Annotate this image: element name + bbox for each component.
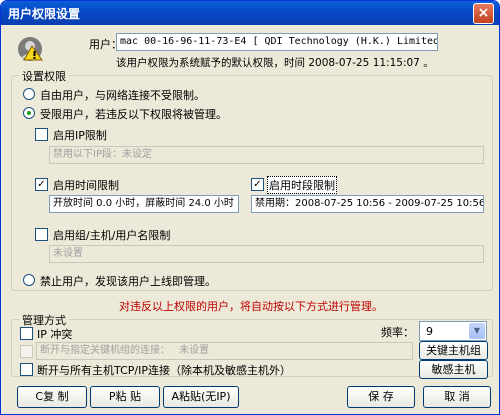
permission-description: 该用户权限为系统赋予的默认权限，时间 2008-07-25 11:15:07 。 bbox=[116, 57, 434, 69]
ban-user-radio[interactable] bbox=[23, 274, 35, 286]
time-limit-field[interactable]: 开放时间 0.0 小时，屏蔽时间 24.0 小时 bbox=[49, 195, 239, 213]
settings-legend: 设置权限 bbox=[19, 68, 69, 84]
window-title: 用户权限设置 bbox=[8, 7, 81, 21]
time-limit-label[interactable]: 启用时间限制 bbox=[53, 177, 119, 193]
restricted-user-radio[interactable] bbox=[23, 107, 35, 119]
disconnect-all-label[interactable]: 断开与所有主机TCP/IP连接（除本机及敏感主机外） bbox=[37, 362, 291, 378]
ip-conflict-checkbox[interactable] bbox=[20, 327, 33, 340]
paste-button[interactable]: P粘 贴 bbox=[90, 386, 160, 408]
group-limit-field[interactable]: 未设置 bbox=[49, 245, 484, 263]
disconnect-key-field[interactable]: 断开与指定关键机组的连接： 未设置 bbox=[36, 342, 413, 360]
period-limit-checkbox[interactable]: ✓ bbox=[251, 178, 264, 191]
restricted-user-label[interactable]: 受限用户，若违反以下权限将被管理。 bbox=[40, 106, 227, 122]
time-limit-checkbox[interactable]: ✓ bbox=[35, 178, 48, 191]
permission-dialog: 用户权限设置 × 用户： mac 00-16-96-11-73-E4 [ QDI… bbox=[0, 0, 500, 415]
disconnect-key-checkbox[interactable] bbox=[20, 345, 33, 358]
period-limit-label[interactable]: 启用时段限制 bbox=[267, 176, 337, 194]
notice-text: 对违反以上权限的用户，将自动按以下方式进行管理。 bbox=[119, 300, 383, 313]
save-button[interactable]: 保 存 bbox=[347, 386, 415, 408]
disconnect-key-value: 未设置 bbox=[179, 345, 210, 356]
chevron-down-icon[interactable]: ▼ bbox=[469, 323, 485, 339]
paste-no-ip-button[interactable]: A粘贴(无IP) bbox=[163, 386, 239, 408]
freq-select[interactable]: 9 ▼ bbox=[419, 321, 487, 341]
ip-limit-checkbox[interactable] bbox=[35, 128, 48, 141]
ban-user-label[interactable]: 禁止用户，发现该用户上线即管理。 bbox=[40, 273, 216, 289]
user-value-field: mac 00-16-96-11-73-E4 [ QDI Technology (… bbox=[116, 33, 438, 51]
period-limit-field[interactable]: 禁用期：2008-07-25 10:56 - 2009-07-25 10:56 bbox=[251, 195, 484, 213]
group-limit-checkbox[interactable] bbox=[35, 228, 48, 241]
ip-conflict-label[interactable]: IP 冲突 bbox=[37, 326, 72, 342]
user-icon bbox=[18, 37, 43, 61]
close-button[interactable]: × bbox=[473, 3, 494, 24]
freq-value: 9 bbox=[426, 325, 433, 338]
group-limit-label[interactable]: 启用组/主机/用户名限制 bbox=[53, 227, 170, 243]
disconnect-key-label: 断开与指定关键机组的连接： bbox=[40, 345, 170, 356]
cancel-button[interactable]: 取 消 bbox=[423, 386, 491, 408]
ip-limit-field[interactable]: 禁用以下IP段：未设定 bbox=[49, 146, 484, 164]
sensitive-host-button[interactable]: 敏感主机 bbox=[419, 360, 488, 379]
free-user-radio[interactable] bbox=[23, 88, 35, 100]
disconnect-all-checkbox[interactable] bbox=[20, 363, 33, 376]
key-group-button[interactable]: 关键主机组 bbox=[419, 341, 488, 360]
ip-limit-label[interactable]: 启用IP限制 bbox=[53, 127, 107, 143]
freq-label: 频率： bbox=[381, 326, 414, 339]
copy-button[interactable]: C复 制 bbox=[17, 386, 87, 408]
title-bar[interactable]: 用户权限设置 × bbox=[1, 1, 499, 25]
free-user-label[interactable]: 自由用户，与网络连接不受限制。 bbox=[40, 87, 205, 103]
